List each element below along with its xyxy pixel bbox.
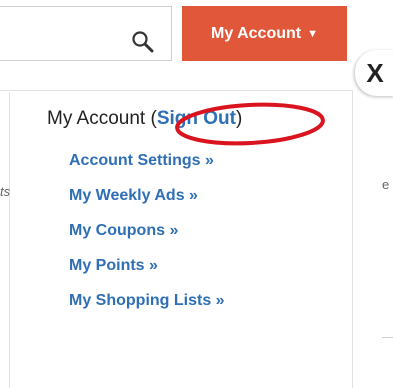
sign-out-highlight-circle bbox=[175, 102, 325, 146]
my-shopping-lists-link[interactable]: My Shopping Lists » bbox=[69, 290, 225, 325]
search-input[interactable] bbox=[0, 6, 172, 61]
my-points-link[interactable]: My Points » bbox=[69, 255, 225, 290]
account-settings-link[interactable]: Account Settings » bbox=[69, 150, 225, 185]
close-button[interactable]: X bbox=[355, 50, 393, 96]
panel-right-border bbox=[352, 90, 353, 388]
my-account-button[interactable]: My Account ▼ bbox=[182, 6, 347, 61]
my-coupons-link[interactable]: My Coupons » bbox=[69, 220, 225, 255]
account-menu: Account Settings » My Weekly Ads » My Co… bbox=[69, 150, 225, 325]
my-account-title: My Account bbox=[47, 108, 146, 129]
background-text-fragment-left: ts bbox=[0, 184, 11, 199]
caret-down-icon: ▼ bbox=[307, 27, 318, 40]
panel-top-divider bbox=[0, 90, 352, 91]
panel-left-border bbox=[9, 92, 10, 388]
my-account-label: My Account bbox=[211, 24, 302, 42]
my-weekly-ads-link[interactable]: My Weekly Ads » bbox=[69, 185, 225, 220]
top-bar: My Account ▼ bbox=[0, 0, 393, 90]
background-text-fragment-right: e bbox=[382, 177, 390, 192]
background-divider bbox=[382, 337, 393, 338]
search-icon[interactable] bbox=[130, 29, 156, 55]
